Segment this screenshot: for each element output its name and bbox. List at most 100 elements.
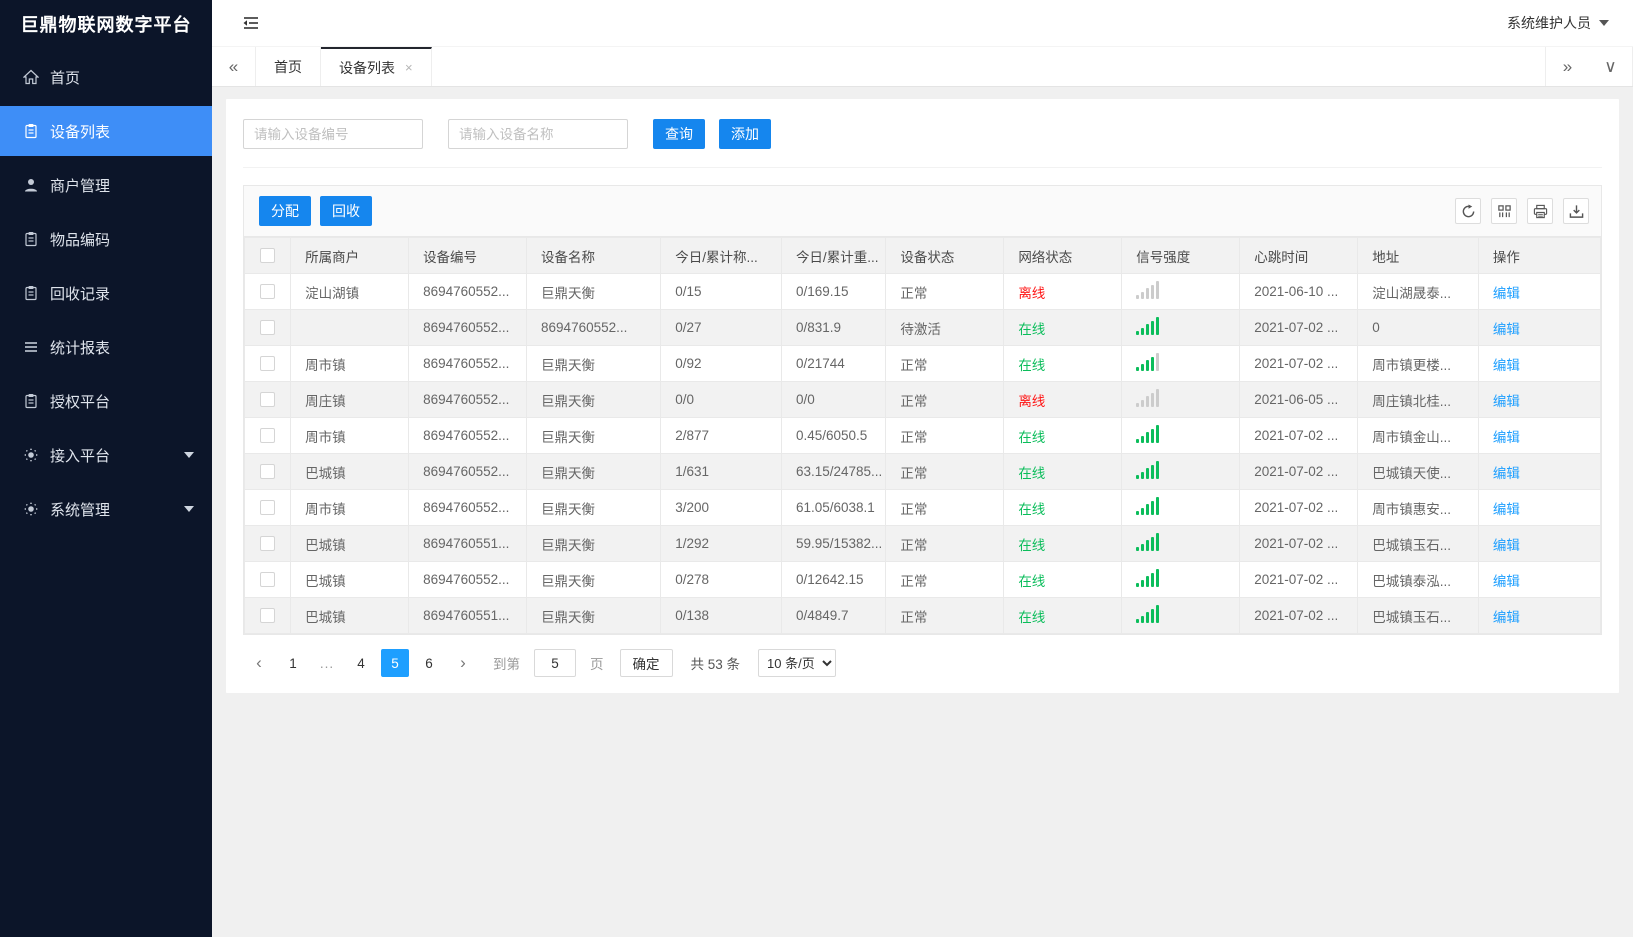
row-checkbox[interactable] bbox=[260, 536, 276, 552]
cell-device_status: 正常 bbox=[885, 381, 1005, 418]
cell-device_status: 正常 bbox=[885, 453, 1005, 490]
cell-device_no: 8694760551... bbox=[408, 525, 528, 562]
row-checkbox[interactable] bbox=[260, 572, 276, 588]
row-checkbox[interactable] bbox=[260, 428, 276, 444]
edit-link[interactable]: 编辑 bbox=[1493, 610, 1520, 625]
cell-merchant: 巴城镇 bbox=[290, 525, 410, 562]
printer-icon[interactable] bbox=[1527, 198, 1553, 224]
confirm-jump-button[interactable]: 确定 bbox=[619, 649, 673, 677]
row-checkbox[interactable] bbox=[260, 284, 276, 300]
edit-link[interactable]: 编辑 bbox=[1493, 430, 1520, 445]
sidebar-item-4[interactable]: 回收记录 bbox=[0, 268, 212, 318]
cell-heartbeat: 2021-07-02 ... bbox=[1239, 597, 1359, 634]
row-checkbox[interactable] bbox=[260, 356, 276, 372]
cell-network-status: 在线 bbox=[1003, 309, 1123, 346]
sidebar-item-2[interactable]: 商户管理 bbox=[0, 160, 212, 210]
query-button[interactable]: 查询 bbox=[653, 119, 705, 149]
table-row: 周庄镇 8694760552... 巨鼎天衡 0/0 0/0 正常 离线 2021-06-05… bbox=[243, 381, 1602, 418]
cell-signal bbox=[1121, 381, 1241, 418]
prev-page-icon[interactable]: ‹ bbox=[245, 649, 273, 677]
edit-link[interactable]: 编辑 bbox=[1493, 322, 1520, 337]
cell-count: 3/200 bbox=[660, 489, 782, 526]
pagination: ‹1... 456› 到第 页确定 共 53 条 10 条/页 bbox=[243, 635, 1602, 693]
sidebar-item-3[interactable]: 物品编码 bbox=[0, 214, 212, 264]
lines-icon bbox=[22, 338, 40, 356]
sidebar-item-1[interactable]: 设备列表 bbox=[0, 106, 212, 156]
columns-icon[interactable] bbox=[1491, 198, 1517, 224]
cell-count: 0/138 bbox=[660, 597, 782, 634]
cell-signal bbox=[1121, 453, 1241, 490]
tabs-scroll-right-icon[interactable]: » bbox=[1545, 47, 1589, 86]
tab-0[interactable]: 首页 bbox=[256, 47, 321, 86]
edit-link[interactable]: 编辑 bbox=[1493, 502, 1520, 517]
jump-page-input[interactable] bbox=[534, 649, 576, 677]
refresh-icon[interactable] bbox=[1455, 198, 1481, 224]
cell-device_status: 正常 bbox=[885, 273, 1005, 310]
cell-heartbeat: 2021-07-02 ... bbox=[1239, 489, 1359, 526]
sidebar-item-6[interactable]: 授权平台 bbox=[0, 376, 212, 426]
row-checkbox[interactable] bbox=[260, 464, 276, 480]
cell-network-status: 在线 bbox=[1003, 525, 1123, 562]
sidebar-item-5[interactable]: 统计报表 bbox=[0, 322, 212, 372]
cell-weight: 63.15/24785... bbox=[780, 453, 887, 490]
download-icon[interactable] bbox=[1563, 198, 1589, 224]
row-checkbox[interactable] bbox=[260, 320, 276, 336]
signal-bars-icon bbox=[1136, 281, 1160, 299]
select-all-checkbox[interactable] bbox=[260, 248, 276, 264]
edit-link[interactable]: 编辑 bbox=[1493, 394, 1520, 409]
page-4[interactable]: 4 bbox=[347, 649, 375, 677]
edit-link[interactable]: 编辑 bbox=[1493, 358, 1520, 373]
tabs-scroll-left-icon[interactable]: « bbox=[212, 47, 256, 86]
sidebar-item-8[interactable]: 系统管理 bbox=[0, 484, 212, 534]
sidebar-collapse-icon[interactable] bbox=[240, 12, 262, 34]
row-checkbox[interactable] bbox=[260, 500, 276, 516]
gear-icon bbox=[22, 500, 40, 518]
cell-device_name: 巨鼎天衡 bbox=[526, 381, 662, 418]
cell-merchant: 周市镇 bbox=[290, 345, 410, 382]
edit-link[interactable]: 编辑 bbox=[1493, 574, 1520, 589]
cell-device_status: 正常 bbox=[885, 525, 1005, 562]
clipboard-icon bbox=[22, 230, 40, 248]
page-6[interactable]: 6 bbox=[415, 649, 443, 677]
page-1[interactable]: 1 bbox=[279, 649, 307, 677]
next-page-icon[interactable]: › bbox=[449, 649, 477, 677]
cell-device_name: 巨鼎天衡 bbox=[526, 561, 662, 598]
device-table: 所属商户 设备编号 设备名称 今日/累计称... 今日/累计重... 设备状态 网络状态 信号… bbox=[243, 237, 1602, 634]
sidebar-item-0[interactable]: 首页 bbox=[0, 52, 212, 102]
tab-label: 首页 bbox=[274, 58, 302, 75]
cell-network-status: 在线 bbox=[1003, 561, 1123, 598]
column-header-5: 设备状态 bbox=[885, 237, 1005, 274]
cell-device_name: 巨鼎天衡 bbox=[526, 417, 662, 454]
edit-link[interactable]: 编辑 bbox=[1493, 466, 1520, 481]
tabs-menu-icon[interactable]: ∨ bbox=[1589, 47, 1633, 86]
cell-device_no: 8694760552... bbox=[408, 561, 528, 598]
cell-weight: 0/169.15 bbox=[780, 273, 887, 310]
device-name-input[interactable] bbox=[448, 119, 628, 149]
page-ellipsis: ... bbox=[319, 655, 335, 671]
edit-link[interactable]: 编辑 bbox=[1493, 538, 1520, 553]
cell-merchant: 周市镇 bbox=[290, 417, 410, 454]
tab-close-icon[interactable]: × bbox=[405, 60, 413, 75]
cell-device_no: 8694760552... bbox=[408, 489, 528, 526]
add-button[interactable]: 添加 bbox=[719, 119, 771, 149]
tab-1[interactable]: 设备列表 × bbox=[321, 47, 432, 86]
cell-weight: 0/4849.7 bbox=[780, 597, 887, 634]
cell-device_no: 8694760552... bbox=[408, 381, 528, 418]
row-checkbox[interactable] bbox=[260, 392, 276, 408]
cell-merchant bbox=[290, 309, 410, 346]
row-checkbox[interactable] bbox=[260, 608, 276, 624]
sidebar-item-7[interactable]: 接入平台 bbox=[0, 430, 212, 480]
edit-link[interactable]: 编辑 bbox=[1493, 286, 1520, 301]
assign-button[interactable]: 分配 bbox=[259, 196, 311, 226]
recycle-button[interactable]: 回收 bbox=[320, 196, 372, 226]
page-5[interactable]: 5 bbox=[381, 649, 409, 677]
cell-count: 1/631 bbox=[660, 453, 782, 490]
main-column: 系统维护人员 « 首页 设备列表 × » ∨ 查询 添加 bbox=[212, 0, 1633, 937]
cell-heartbeat: 2021-07-02 ... bbox=[1239, 345, 1359, 382]
clipboard-icon bbox=[22, 284, 40, 302]
page-size-select[interactable]: 10 条/页 bbox=[758, 649, 837, 677]
user-dropdown[interactable]: 系统维护人员 bbox=[1507, 13, 1609, 33]
tabs: 首页 设备列表 × bbox=[256, 47, 432, 86]
device-number-input[interactable] bbox=[243, 119, 423, 149]
sidebar-menu: 首页 设备列表 商户管理 物品编码 回收记录 统计报表 授权平台 接入平台 系统管理 bbox=[0, 52, 212, 534]
